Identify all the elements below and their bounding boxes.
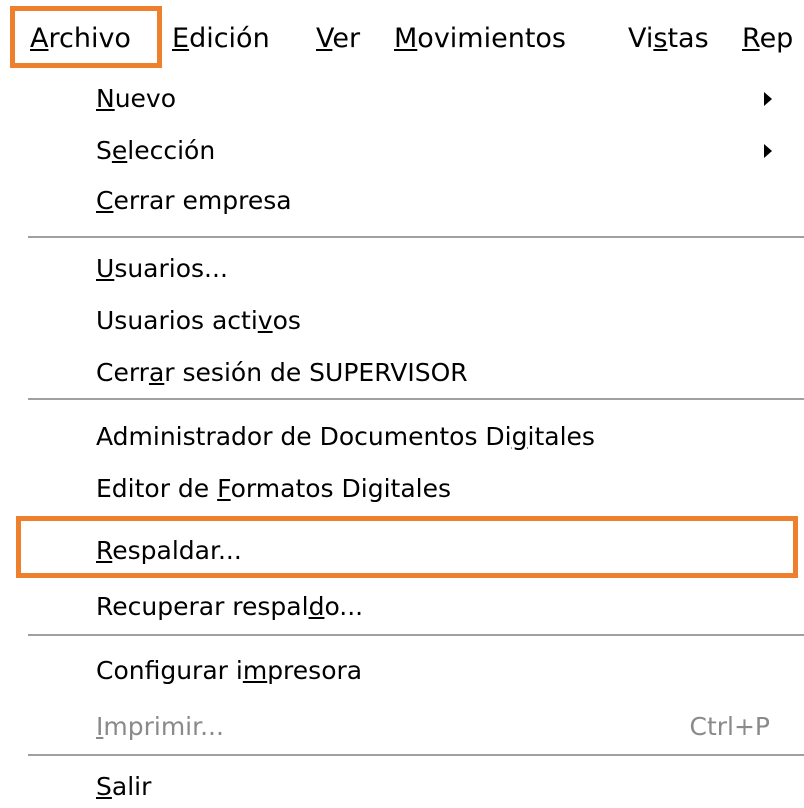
menu-separator: [28, 634, 804, 636]
mnemonic-rep: R: [742, 23, 760, 54]
menu-item-seleccion[interactable]: Selección: [14, 124, 804, 178]
menubar-edicion[interactable]: Edición: [172, 14, 270, 64]
menu-item-configurar-impresora[interactable]: Configurar impresora: [14, 644, 804, 698]
menubar-movimientos[interactable]: Movimientos: [394, 14, 566, 64]
menu-item-label: Imprimir...: [96, 712, 224, 741]
menubar-vistas-pre: Vi: [628, 23, 654, 54]
menu-item-label: Selección: [96, 136, 216, 165]
archivo-dropdown-menu: Nuevo Selección Cerrar empresa Usuarios.…: [14, 70, 804, 808]
menu-item-label: Cerrar sesión de SUPERVISOR: [96, 358, 468, 387]
menu-separator: [28, 398, 804, 400]
menubar-archivo[interactable]: Archivo: [30, 14, 131, 64]
menu-item-recuperar-respaldo[interactable]: Recuperar respaldo...: [14, 580, 804, 634]
menu-item-nuevo[interactable]: Nuevo: [14, 72, 804, 126]
mnemonic-vistas: s: [653, 23, 668, 54]
menubar-ver[interactable]: Ver: [316, 14, 360, 64]
menubar-ver-label: er: [332, 23, 361, 54]
menu-item-respaldar[interactable]: Respaldar...: [14, 524, 804, 578]
menu-item-label: Administrador de Documentos Digitales: [96, 422, 595, 451]
menubar-vistas-post: tas: [667, 23, 709, 54]
menu-item-salir[interactable]: Salir: [14, 760, 804, 808]
menu-item-label: Configurar impresora: [96, 656, 363, 685]
menu-item-usuarios-activos[interactable]: Usuarios activos: [14, 294, 804, 348]
menu-item-label: Nuevo: [96, 84, 177, 113]
menu-item-editor-formatos[interactable]: Editor de Formatos Digitales: [14, 462, 804, 516]
mnemonic-archivo: A: [30, 23, 49, 54]
mnemonic-movimientos: M: [394, 23, 418, 54]
menubar-movimientos-label: ovimientos: [417, 23, 566, 54]
menu-item-label: Recuperar respaldo...: [96, 592, 364, 621]
menu-item-cerrar-sesion[interactable]: Cerrar sesión de SUPERVISOR: [14, 346, 804, 400]
menubar-edicion-label: dición: [189, 23, 270, 54]
menubar-archivo-label: rchivo: [48, 23, 131, 54]
menu-separator: [28, 754, 804, 756]
menu-item-label: Usuarios activos: [96, 306, 301, 335]
menu-item-imprimir: Imprimir... Ctrl+P: [14, 700, 804, 754]
submenu-arrow-icon: [764, 92, 772, 106]
mnemonic-edicion: E: [172, 23, 190, 54]
menubar-rep[interactable]: Rep: [742, 14, 793, 64]
mnemonic-ver: V: [316, 23, 333, 54]
menu-item-usuarios[interactable]: Usuarios...: [14, 242, 804, 296]
menu-item-label: Respaldar...: [96, 536, 242, 565]
menu-item-administrador-documentos[interactable]: Administrador de Documentos Digitales: [14, 410, 804, 464]
menubar-vistas[interactable]: Vistas: [628, 14, 709, 64]
submenu-arrow-icon: [764, 144, 772, 158]
menu-item-label: Usuarios...: [96, 254, 228, 283]
menu-item-label: Salir: [96, 772, 152, 801]
menubar-rep-label: ep: [759, 23, 794, 54]
shortcut-label: Ctrl+P: [689, 712, 770, 741]
menu-bar: Archivo Edición Ver Movimientos Vistas R…: [0, 0, 804, 76]
menu-separator: [28, 236, 804, 238]
menu-item-cerrar-empresa[interactable]: Cerrar empresa: [14, 174, 804, 228]
menu-item-label: Cerrar empresa: [96, 186, 292, 215]
menu-item-label: Editor de Formatos Digitales: [96, 474, 452, 503]
